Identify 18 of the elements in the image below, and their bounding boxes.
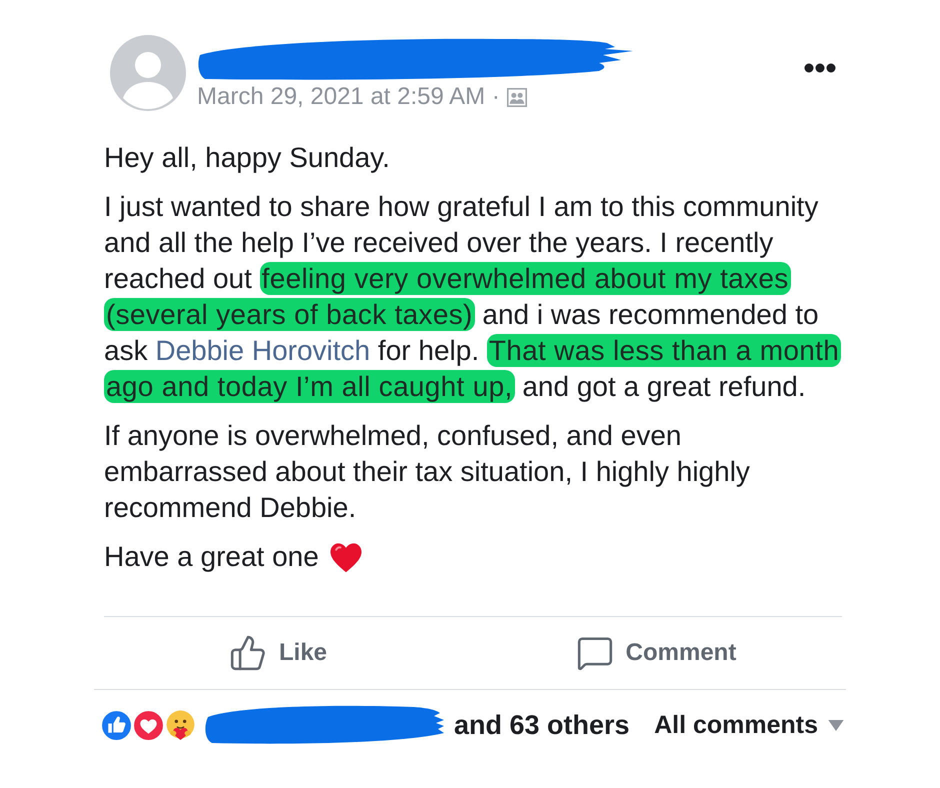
post-timestamp: March 29, 2021 at 2:59 AM ·	[197, 83, 500, 111]
thumbs-up-icon	[228, 634, 267, 672]
post-paragraph: Hey all, happy Sunday.	[104, 141, 391, 175]
like-button[interactable]: Like	[220, 630, 336, 676]
comments-filter-button[interactable]: All comments	[654, 710, 844, 740]
post-paragraph: Have a great one	[104, 540, 319, 574]
more-options-icon[interactable]	[804, 63, 836, 73]
love-reaction-icon	[132, 708, 165, 742]
heart-emoji-icon	[328, 542, 363, 572]
like-reaction-icon	[100, 708, 133, 742]
care-reaction-icon	[164, 708, 197, 742]
reactions-summary: and 63 others	[454, 710, 630, 740]
post-paragraph: If anyone is overwhelmed, confused, and even embarrassed about their tax situation, I highly highly recommend Debbie.	[104, 419, 751, 525]
post-paragraph: I just wanted to share how grateful I am to this community and all the help I’ve received over the years. I recently reached out feeling very overwhelmed about my taxes (several years of back taxes) and i was recommended to ask Debbie Horovitch for help. That was less than a month ago and today I’m all caught up, and got a great refund.	[104, 190, 842, 405]
name-link[interactable]: Debbie Horovitch	[155, 335, 370, 366]
group-icon	[506, 88, 527, 106]
caret-icon	[828, 720, 844, 730]
comment-button[interactable]: Comment	[568, 630, 744, 676]
